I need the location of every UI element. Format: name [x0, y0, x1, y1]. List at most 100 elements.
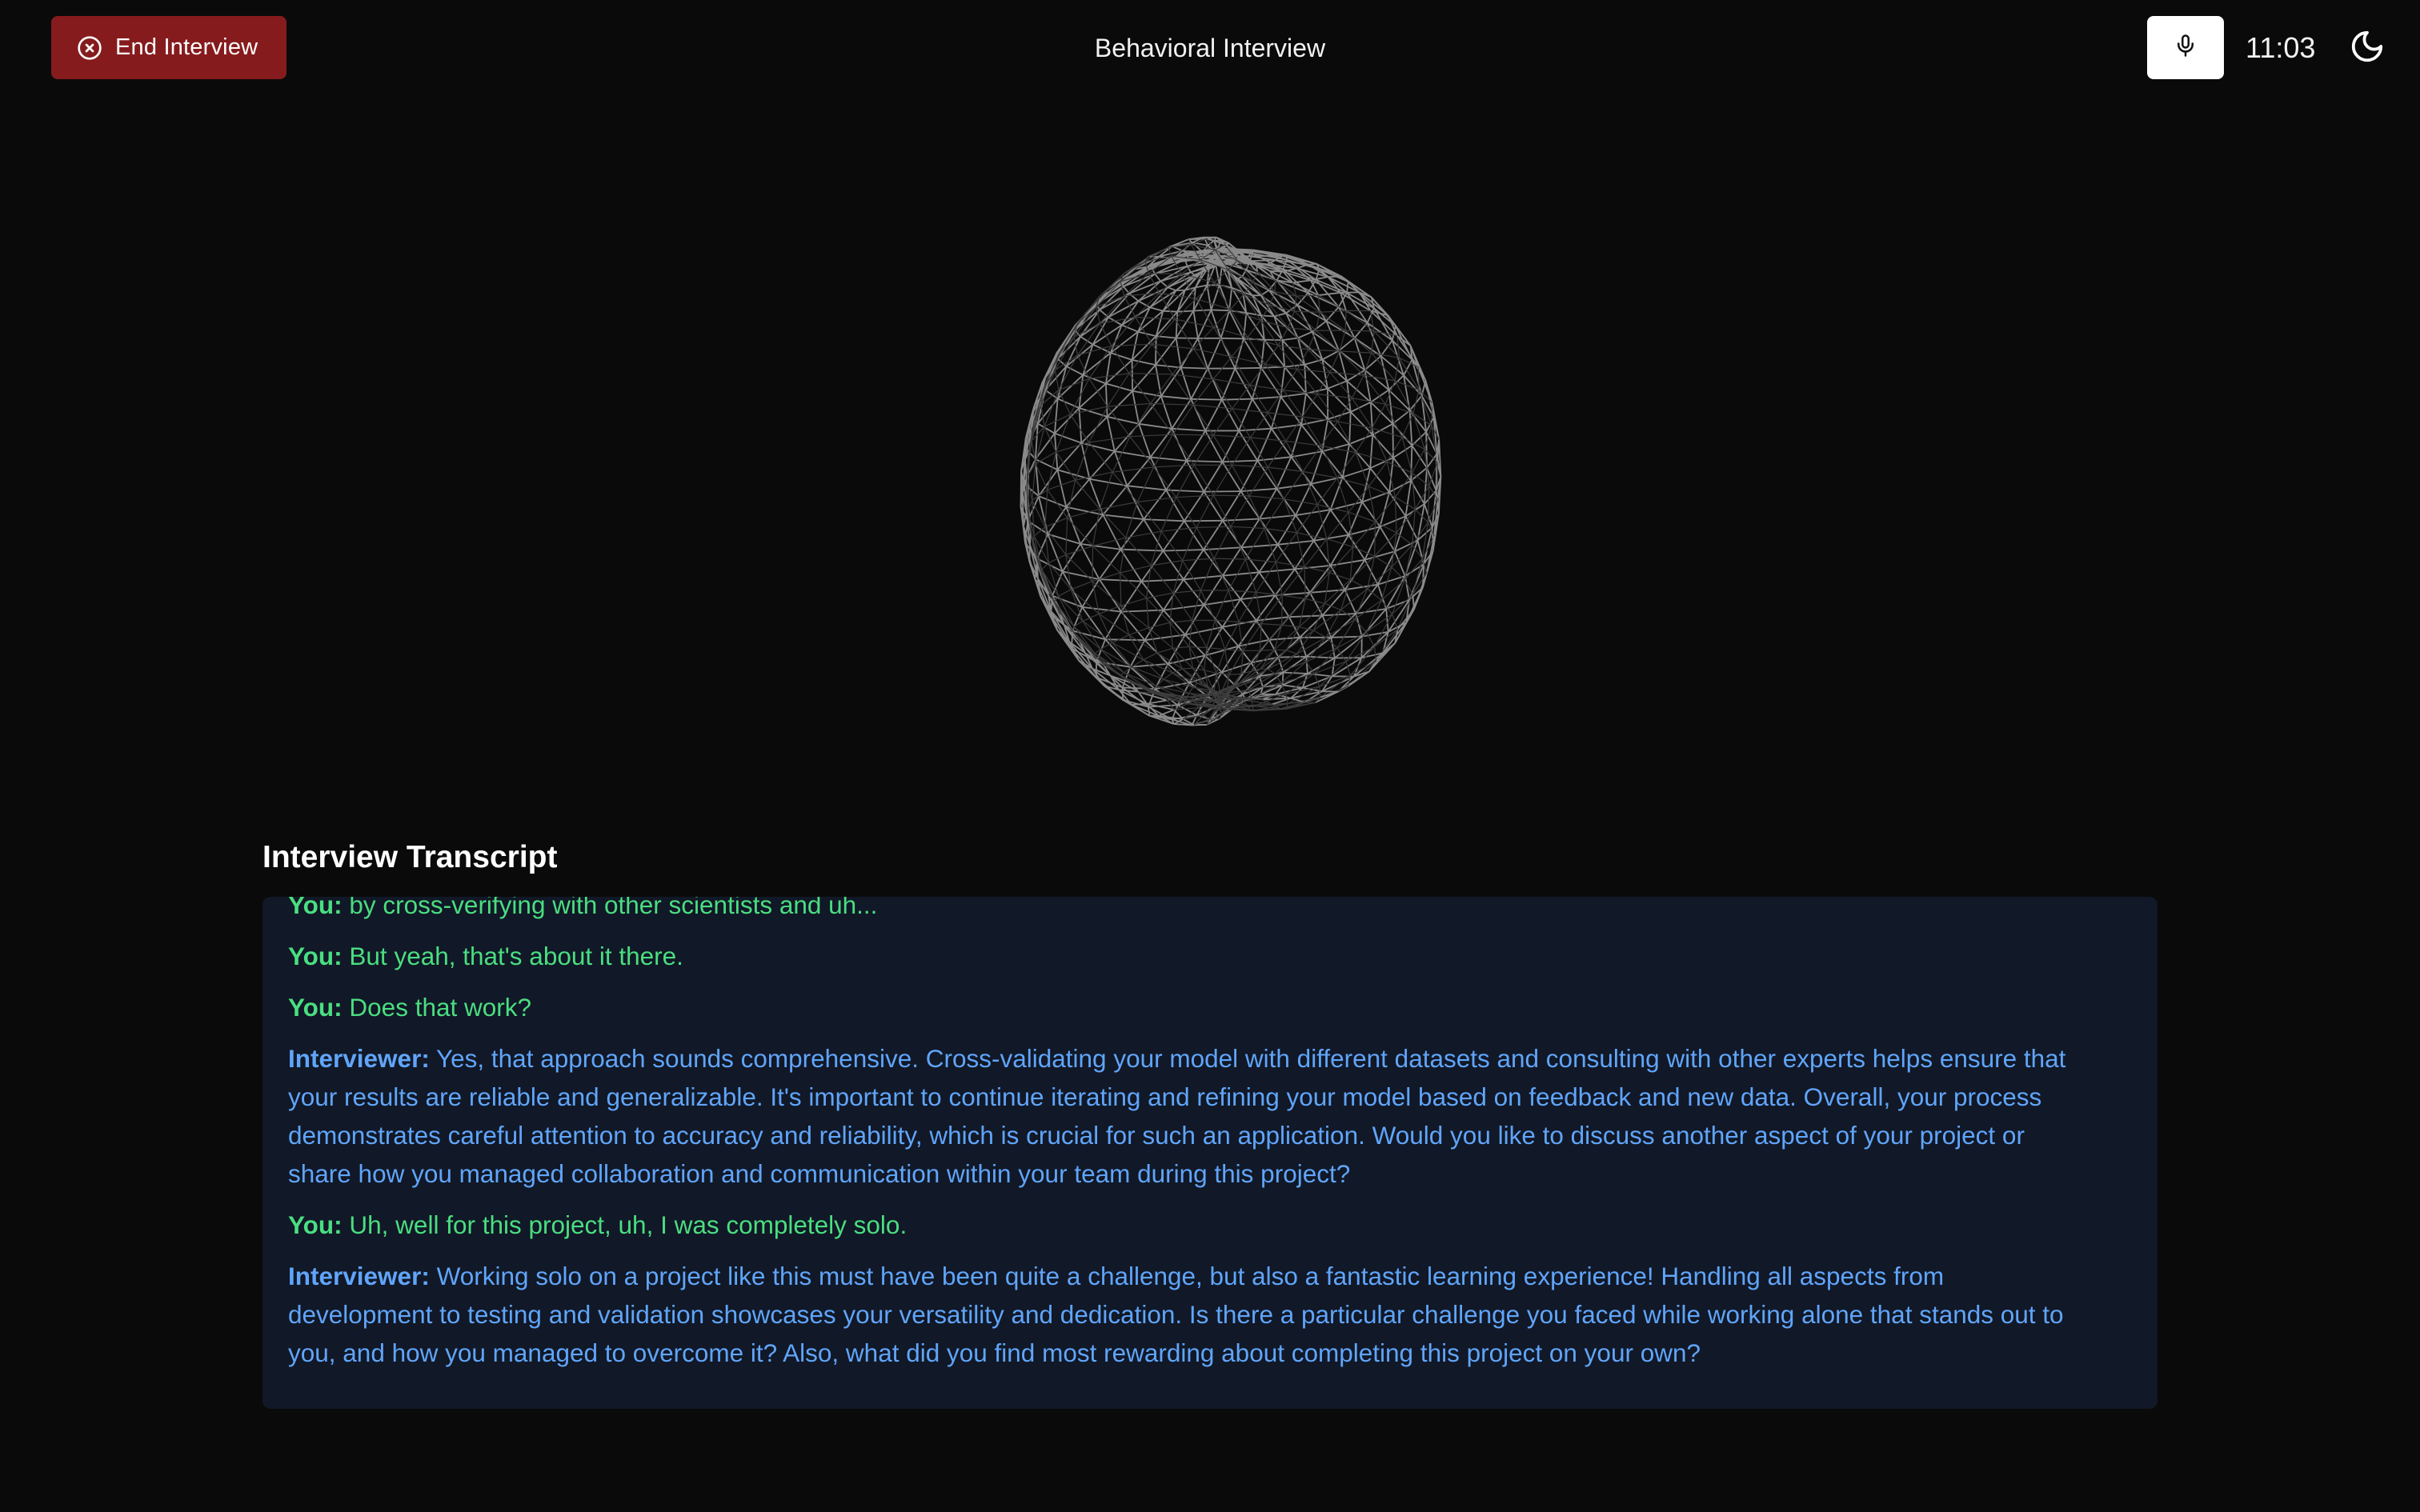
wireframe-edge: [1125, 530, 1162, 538]
wireframe-edge: [1264, 339, 1285, 368]
message-text: But yeah, that's about it there.: [342, 942, 683, 970]
microphone-button[interactable]: [2147, 16, 2224, 79]
wireframe-edge: [1386, 437, 1403, 462]
wireframe-edge: [1044, 517, 1068, 528]
wireframe-edge: [1348, 411, 1352, 445]
wireframe-edge: [1221, 430, 1240, 462]
wireframe-edge: [1327, 380, 1348, 390]
wireframe-edge: [1260, 649, 1275, 670]
wireframe-edge: [1268, 412, 1303, 418]
wireframe-edge: [1228, 287, 1233, 311]
wireframe-edge: [1348, 534, 1366, 561]
top-bar: End Interview Behavioral Interview 11:03: [0, 0, 2420, 96]
wireframe-edge: [1286, 650, 1297, 654]
wireframe-edge: [1281, 672, 1284, 686]
wireframe-edge: [1175, 311, 1179, 338]
wireframe-edge: [1136, 466, 1155, 502]
speaker-label: You:: [288, 1210, 343, 1239]
wireframe-edge: [1129, 403, 1152, 438]
wireframe-edge: [1035, 433, 1056, 460]
wireframe-edge: [1375, 497, 1396, 522]
wireframe-edge: [1094, 653, 1124, 674]
wireframe-edge: [1172, 348, 1195, 375]
wireframe-edge: [1213, 378, 1250, 386]
wireframe-edge: [1317, 394, 1352, 399]
theme-toggle-button[interactable]: [2348, 29, 2386, 67]
wireframe-edge: [1267, 466, 1284, 500]
wireframe-edge: [1274, 312, 1287, 318]
message-text: by cross-verifying with other scientists…: [342, 897, 878, 919]
wireframe-edge: [1213, 494, 1250, 497]
wireframe-edge: [1256, 562, 1276, 593]
wireframe-edge: [1163, 672, 1173, 680]
wireframe-edge: [1240, 518, 1260, 548]
wireframe-edge: [1214, 590, 1229, 621]
wireframe-edge: [1222, 571, 1260, 577]
wireframe-edge: [1238, 398, 1253, 431]
wireframe-edge: [1120, 581, 1143, 613]
wireframe-edge: [1312, 509, 1332, 542]
wireframe-edge: [1259, 625, 1283, 651]
wireframe-edge: [1276, 488, 1296, 516]
end-interview-button[interactable]: End Interview: [51, 16, 286, 79]
wireframe-edge: [1364, 355, 1382, 371]
wireframe-edge: [1172, 646, 1190, 649]
wireframe-edge: [1105, 382, 1133, 392]
wireframe-edge: [1294, 310, 1320, 313]
wireframe-edge: [1191, 398, 1222, 401]
wireframe-edge: [1316, 330, 1340, 352]
wireframe-edge: [1345, 661, 1351, 676]
wireframe-edge: [1330, 558, 1365, 566]
transcript-message-you: You: Does that work?: [288, 988, 2093, 1026]
wireframe-edge: [1098, 549, 1122, 580]
message-text: Does that work?: [342, 993, 532, 1022]
wireframe-edge: [1329, 476, 1344, 510]
wireframe-edge: [1264, 498, 1284, 529]
wireframe-edge: [1132, 364, 1156, 392]
wireframe-edge: [1125, 537, 1152, 566]
wireframe-edge: [1319, 311, 1346, 331]
microphone-icon: [2174, 34, 2198, 62]
wireframe-edge: [1157, 647, 1173, 654]
interview-timer: 11:03: [2246, 31, 2316, 64]
wireframe-edge: [1295, 483, 1312, 516]
wireframe-edge: [1250, 412, 1268, 438]
wireframe-edge: [1404, 480, 1412, 517]
wireframe-edge: [1348, 434, 1373, 445]
wireframe-edge: [1143, 659, 1164, 680]
wireframe-edge: [1071, 581, 1093, 590]
wireframe-edge: [1436, 462, 1439, 500]
wireframe-edge: [1435, 454, 1438, 491]
wireframe-edge: [1264, 338, 1283, 341]
wireframe-edge: [1305, 637, 1327, 662]
wireframe-edge: [1276, 456, 1292, 490]
wireframe-edge: [1048, 533, 1081, 545]
wireframe-edge: [1125, 502, 1138, 538]
transcript-message-list: You: by cross-verifying with other scien…: [288, 897, 2093, 1385]
wireframe-edge: [1296, 630, 1314, 654]
wireframe-edge: [1065, 518, 1068, 555]
wireframe-edge: [1213, 526, 1232, 559]
wireframe-edge: [1281, 595, 1283, 626]
wireframe-edge: [1206, 620, 1216, 648]
wireframe-edge: [1105, 383, 1108, 417]
wireframe-edge: [1392, 614, 1399, 630]
wireframe-edge: [1412, 390, 1420, 414]
wireframe-edge: [1344, 310, 1347, 331]
wireframe-edge: [1280, 393, 1307, 398]
transcript-panel[interactable]: You: by cross-verifying with other scien…: [262, 897, 2158, 1409]
wireframe-edge: [1247, 320, 1261, 338]
transcript-message-you: You: Uh, well for this project, uh, I wa…: [288, 1206, 2093, 1244]
wireframe-edge: [1401, 437, 1413, 474]
wireframe-edge: [1364, 550, 1396, 561]
wireframe-edge: [1149, 306, 1164, 312]
wireframe-edge: [1336, 477, 1369, 487]
wireframe-edge: [1144, 518, 1184, 522]
wireframe-edge: [1349, 546, 1354, 580]
wireframe-edge: [1162, 520, 1185, 552]
wireframe-edge: [1320, 445, 1338, 478]
wireframe-edge: [1244, 528, 1265, 560]
wireframe-edge: [1326, 538, 1353, 548]
wireframe-edge: [1182, 560, 1201, 591]
wireframe-edge: [1155, 364, 1162, 397]
